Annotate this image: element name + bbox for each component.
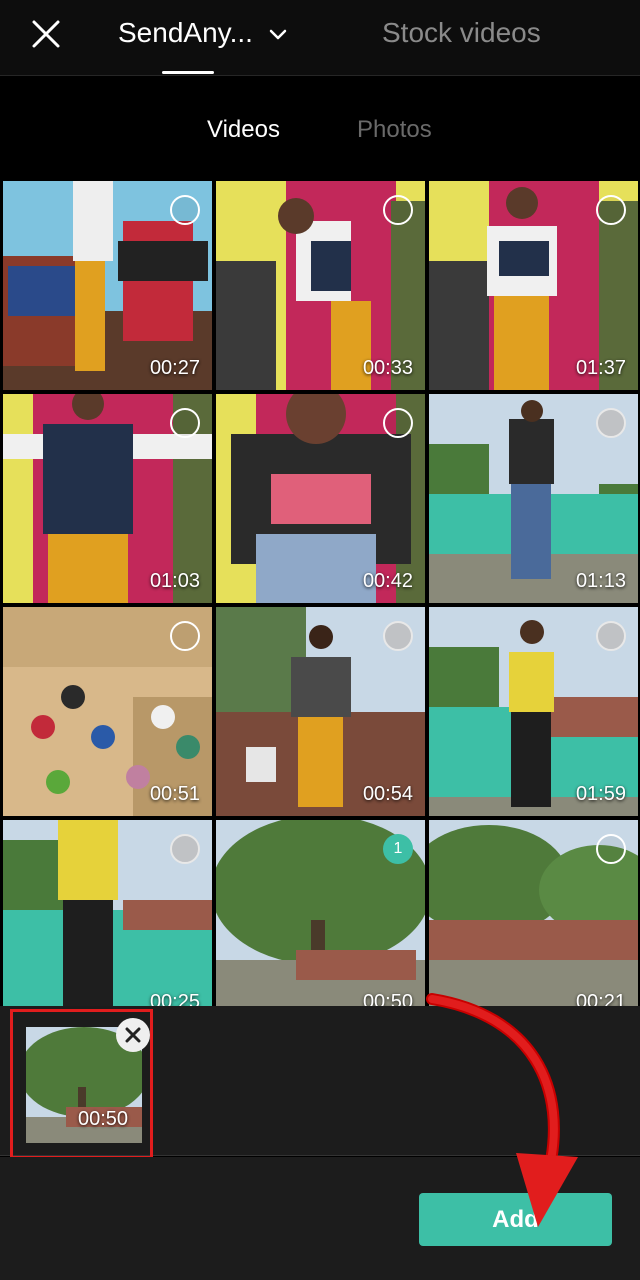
top-bar: SendAny... Stock videos — [0, 0, 640, 76]
video-tile[interactable]: 00:21 — [429, 820, 638, 1006]
video-duration: 01:13 — [575, 570, 626, 592]
select-circle[interactable] — [596, 195, 626, 225]
video-tile[interactable]: 00:42 — [216, 394, 425, 603]
video-tile[interactable]: 00:51 — [3, 607, 212, 816]
video-duration: 00:42 — [362, 570, 413, 592]
video-duration: 00:21 — [575, 991, 626, 1006]
video-duration: 01:37 — [575, 357, 626, 379]
selection-number-badge[interactable]: 1 — [383, 834, 413, 864]
add-button[interactable]: Add — [419, 1193, 612, 1246]
select-circle[interactable] — [170, 621, 200, 651]
remove-icon[interactable] — [116, 1018, 150, 1052]
video-duration: 00:54 — [362, 783, 413, 805]
video-duration: 00:33 — [362, 357, 413, 379]
album-selector-label[interactable]: SendAny... — [118, 17, 253, 49]
tab-photos[interactable]: Photos — [357, 116, 432, 144]
video-tile[interactable]: 00:54 — [216, 607, 425, 816]
select-circle[interactable] — [596, 408, 626, 438]
close-icon[interactable] — [26, 14, 66, 54]
video-tile[interactable]: 00:25 — [3, 820, 212, 1006]
video-duration: 01:03 — [149, 570, 200, 592]
tab-stock-videos[interactable]: Stock videos — [382, 17, 541, 49]
select-circle[interactable] — [383, 621, 413, 651]
select-circle[interactable] — [383, 408, 413, 438]
video-tile[interactable]: 00:27 — [3, 181, 212, 390]
chevron-down-icon[interactable] — [266, 22, 290, 46]
video-duration: 00:51 — [149, 783, 200, 805]
select-circle[interactable] — [596, 621, 626, 651]
video-tile[interactable]: 01:03 — [3, 394, 212, 603]
active-tab-indicator — [162, 71, 214, 74]
video-duration: 01:59 — [575, 783, 626, 805]
video-tile[interactable]: 00:33 — [216, 181, 425, 390]
video-tile[interactable]: 01:37 — [429, 181, 638, 390]
tab-videos[interactable]: Videos — [207, 116, 280, 144]
video-tile[interactable]: 01:13 — [429, 394, 638, 603]
select-circle[interactable] — [596, 834, 626, 864]
media-type-tabs: Videos Photos — [0, 112, 640, 152]
select-circle[interactable] — [383, 195, 413, 225]
select-circle[interactable] — [170, 834, 200, 864]
video-duration: 00:25 — [149, 991, 200, 1006]
video-tile[interactable]: 00:50 1 — [216, 820, 425, 1006]
video-tile[interactable]: 01:59 — [429, 607, 638, 816]
video-duration: 00:50 — [362, 991, 413, 1006]
video-duration: 00:27 — [149, 357, 200, 379]
select-circle[interactable] — [170, 195, 200, 225]
select-circle[interactable] — [170, 408, 200, 438]
